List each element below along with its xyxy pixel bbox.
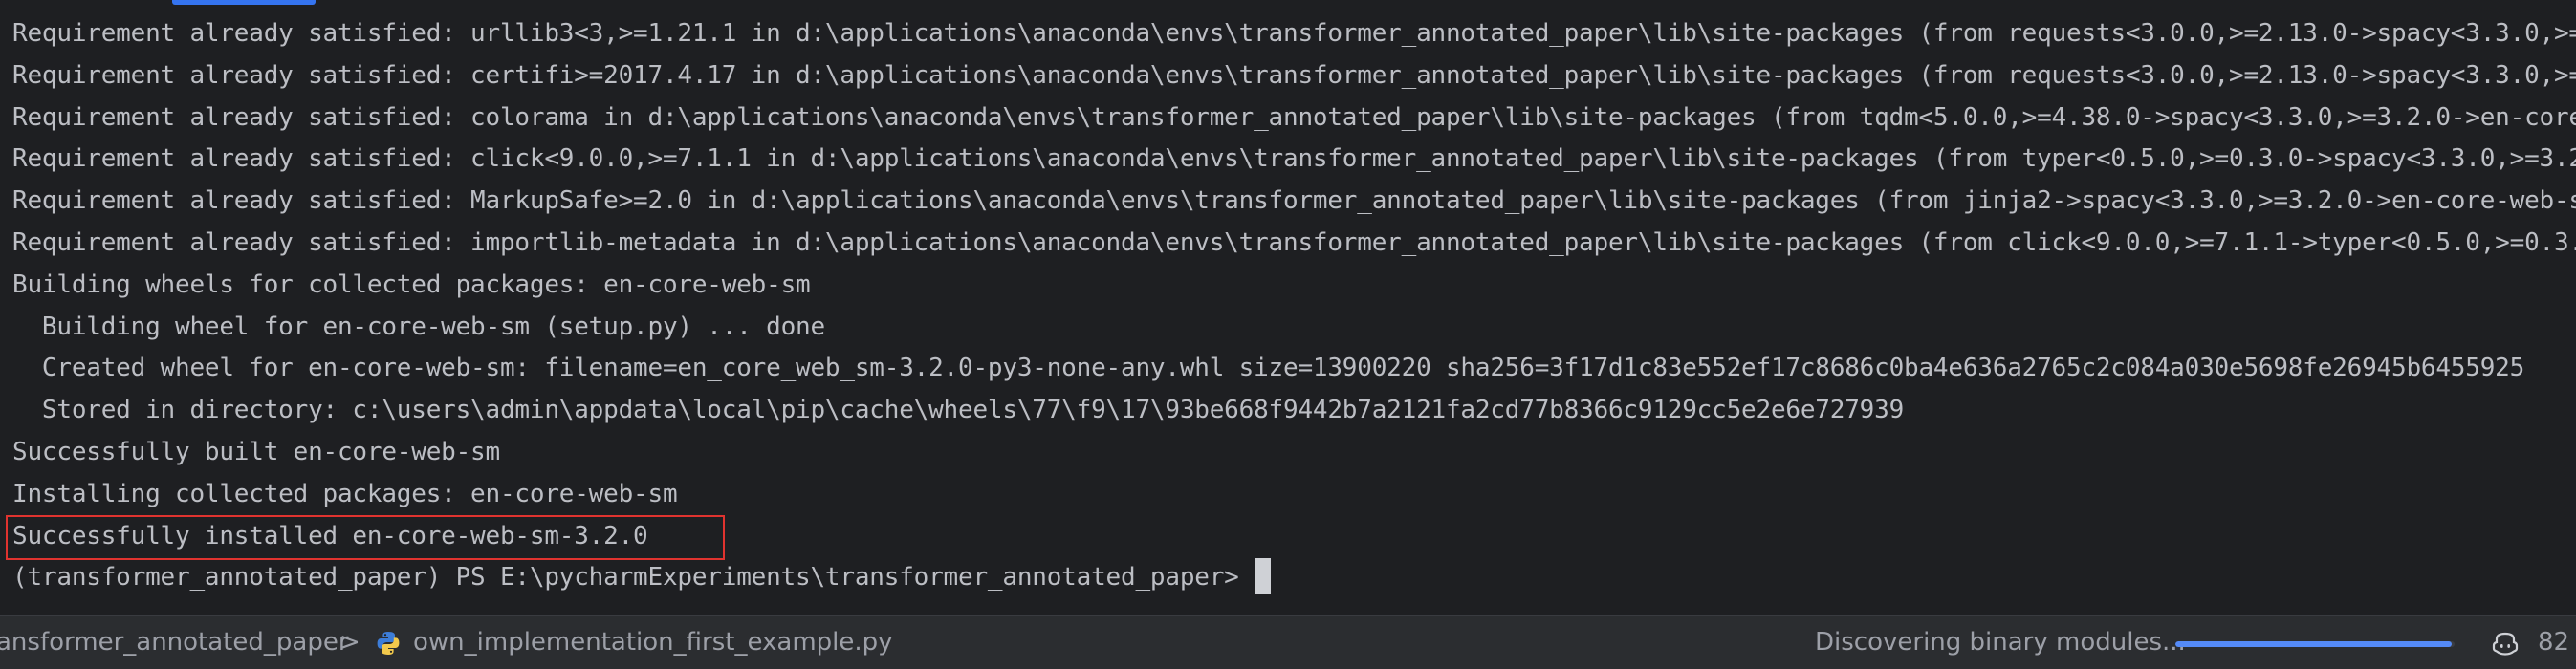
status-right-value[interactable]: 82 [2538,616,2569,669]
terminal-line: Building wheel for en-core-web-sm (setup… [12,312,825,341]
background-task-progress[interactable] [2175,641,2455,647]
terminal-line: Requirement already satisfied: urllib3<3… [12,19,2576,48]
terminal-cursor [1255,557,1272,594]
terminal-line: Requirement already satisfied: click<9.0… [12,144,2576,174]
terminal-line: Requirement already satisfied: colorama … [12,102,2576,132]
chevron-right-icon: > [339,628,360,657]
terminal-line: Requirement already satisfied: importlib… [12,227,2576,257]
progress-fill [2175,641,2453,647]
terminal-output: Requirement already satisfied: urllib3<3… [12,13,2576,599]
terminal-line: Successfully built en-core-web-sm [12,437,500,466]
terminal-line-success: Successfully installed en-core-web-sm-3.… [12,521,648,550]
breadcrumb-file[interactable]: own_implementation_first_example.py [413,616,893,669]
terminal-panel[interactable]: Requirement already satisfied: urllib3<3… [0,0,2576,615]
terminal-line: Requirement already satisfied: MarkupSaf… [12,186,2576,216]
python-file-icon [375,630,402,657]
terminal-line: Installing collected packages: en-core-w… [12,479,678,508]
breadcrumb-project[interactable]: ansformer_annotated_paper [0,616,349,669]
terminal-prompt-line[interactable]: (transformer_annotated_paper) PS E:\pych… [12,557,2576,599]
terminal-line: Created wheel for en-core-web-sm: filena… [12,354,2525,383]
background-task-label[interactable]: Discovering binary modules... [1815,616,2186,669]
terminal-prompt: (transformer_annotated_paper) PS E:\pych… [12,563,1255,593]
status-bar: ansformer_annotated_paper > own_implemen… [0,615,2576,669]
terminal-line: Building wheels for collected packages: … [12,270,811,299]
terminal-line: Stored in directory: c:\users\admin\appd… [12,396,1905,425]
terminal-line: Requirement already satisfied: certifi>=… [12,60,2576,90]
active-tab-indicator [172,0,316,5]
copilot-icon[interactable] [2490,628,2521,658]
